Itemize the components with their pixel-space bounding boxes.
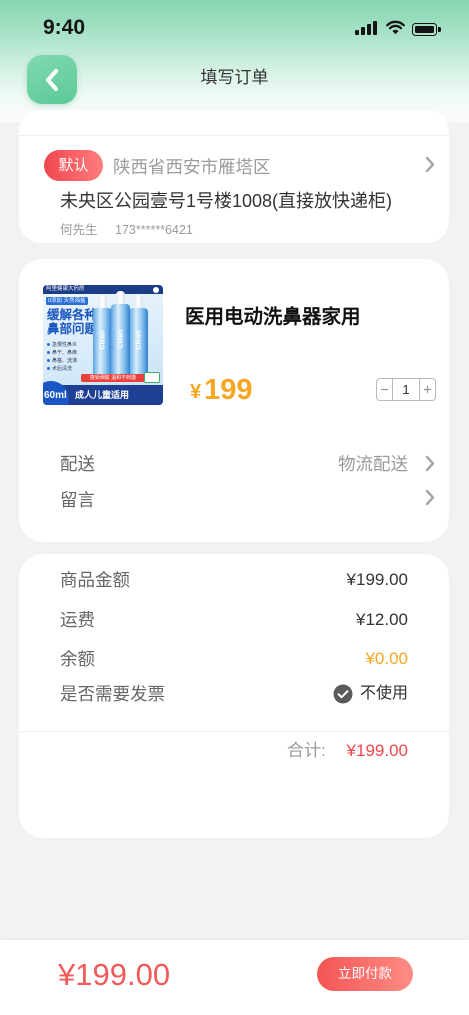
product-image-ribbon: 感受细腻 温和不刺激 <box>81 374 145 382</box>
bottle-graphic: Clean <box>129 295 148 377</box>
summary-label: 运费 <box>60 610 95 630</box>
increase-quantity-button[interactable] <box>420 379 435 400</box>
message-label: 留言 <box>60 490 95 510</box>
delivery-label: 配送 <box>60 454 95 474</box>
summary-row: 余额 ¥0.00 <box>19 642 449 676</box>
minus-icon <box>381 388 388 391</box>
check-circle-icon[interactable] <box>333 684 353 704</box>
address-region: 陕西省西安市雁塔区 <box>113 157 271 177</box>
product-image-features: 急慢性鼻炎 鼻干、鼻痒 鼻塞、流涕 术后清洗 <box>47 341 77 373</box>
address-detail: 未央区公园壹号1号楼1008(直接放快递柜) <box>60 191 393 211</box>
certification-badge-icon <box>144 372 160 383</box>
store-logo-icon <box>153 286 159 293</box>
total-value: ¥199.00 <box>346 741 408 760</box>
total-row: 合计: ¥199.00 <box>19 734 449 768</box>
order-summary-card: 商品金额 ¥199.00 运费 ¥12.00 余额 ¥0.00 是否需要发票 不… <box>19 554 449 838</box>
summary-value: ¥199.00 <box>346 570 408 589</box>
price-value: 199 <box>204 374 253 406</box>
summary-row: 运费 ¥12.00 <box>19 603 449 637</box>
product-image-tag: 0添加 天然海盐 <box>46 297 88 305</box>
feature-item: 鼻干、鼻痒 <box>47 349 77 357</box>
pay-now-button[interactable]: 立即付款 <box>317 957 413 991</box>
divider <box>19 135 449 136</box>
wifi-icon <box>386 20 405 35</box>
summary-label: 商品金额 <box>60 570 130 590</box>
product-image-headline: 缓解各种 <box>47 308 98 322</box>
decrease-quantity-button[interactable] <box>377 379 392 400</box>
plus-icon <box>424 386 431 393</box>
bottle-graphic: Clean <box>93 295 112 377</box>
page-title: 填写订单 <box>200 68 269 87</box>
product-image-store: 阿里健康大药房 <box>43 285 163 294</box>
chevron-right-icon <box>425 156 435 173</box>
checkout-bar: ¥199.00 立即付款 <box>0 940 469 1015</box>
product-image-volume: 60ml <box>44 390 67 401</box>
divider <box>19 731 449 732</box>
bottle-graphic: Clean <box>111 291 130 379</box>
summary-value: ¥12.00 <box>356 610 408 629</box>
feature-item: 鼻塞、流涕 <box>47 357 77 365</box>
invoice-label: 是否需要发票 <box>60 684 165 704</box>
cellular-signal-icon <box>355 21 377 35</box>
product-image[interactable]: 阿里健康大药房 0添加 天然海盐 缓解各种 鼻部问题 急慢性鼻炎 鼻干、鼻痒 鼻… <box>43 285 163 405</box>
status-time: 9:40 <box>43 16 86 39</box>
product-image-headline: 鼻部问题 <box>47 322 98 336</box>
product-card: 阿里健康大药房 0添加 天然海盐 缓解各种 鼻部问题 急慢性鼻炎 鼻干、鼻痒 鼻… <box>19 259 449 542</box>
delivery-row[interactable]: 配送 物流配送 <box>19 446 449 482</box>
message-row[interactable]: 留言 <box>19 482 449 518</box>
battery-icon <box>412 23 441 36</box>
invoice-row[interactable]: 是否需要发票 不使用 <box>19 677 449 711</box>
summary-row: 商品金额 ¥199.00 <box>19 563 449 597</box>
feature-item: 急慢性鼻炎 <box>47 341 77 349</box>
product-title[interactable]: 医用电动洗鼻器家用 <box>185 304 361 330</box>
invoice-value: 不使用 <box>359 685 408 702</box>
footer-total-amount: ¥199.00 <box>58 957 171 992</box>
quantity-stepper: 1 <box>376 378 436 401</box>
quantity-input[interactable]: 1 <box>392 379 420 400</box>
summary-value: ¥0.00 <box>365 649 408 668</box>
delivery-value: 物流配送 <box>338 454 408 474</box>
feature-item: 术后清洗 <box>47 365 77 373</box>
summary-label: 余额 <box>60 649 95 669</box>
recipient-name: 何先生 <box>60 223 98 237</box>
address-card[interactable]: 默认 陕西省西安市雁塔区 未央区公园壹号1号楼1008(直接放快递柜) 何先生 … <box>19 110 449 243</box>
chevron-right-icon <box>425 455 435 472</box>
currency-symbol: ¥ <box>190 381 202 403</box>
recipient-phone: 173******6421 <box>115 223 193 237</box>
default-badge: 默认 <box>44 150 103 181</box>
total-label: 合计: <box>287 741 326 760</box>
chevron-right-icon <box>425 489 435 506</box>
product-price: ¥199 <box>190 374 253 406</box>
